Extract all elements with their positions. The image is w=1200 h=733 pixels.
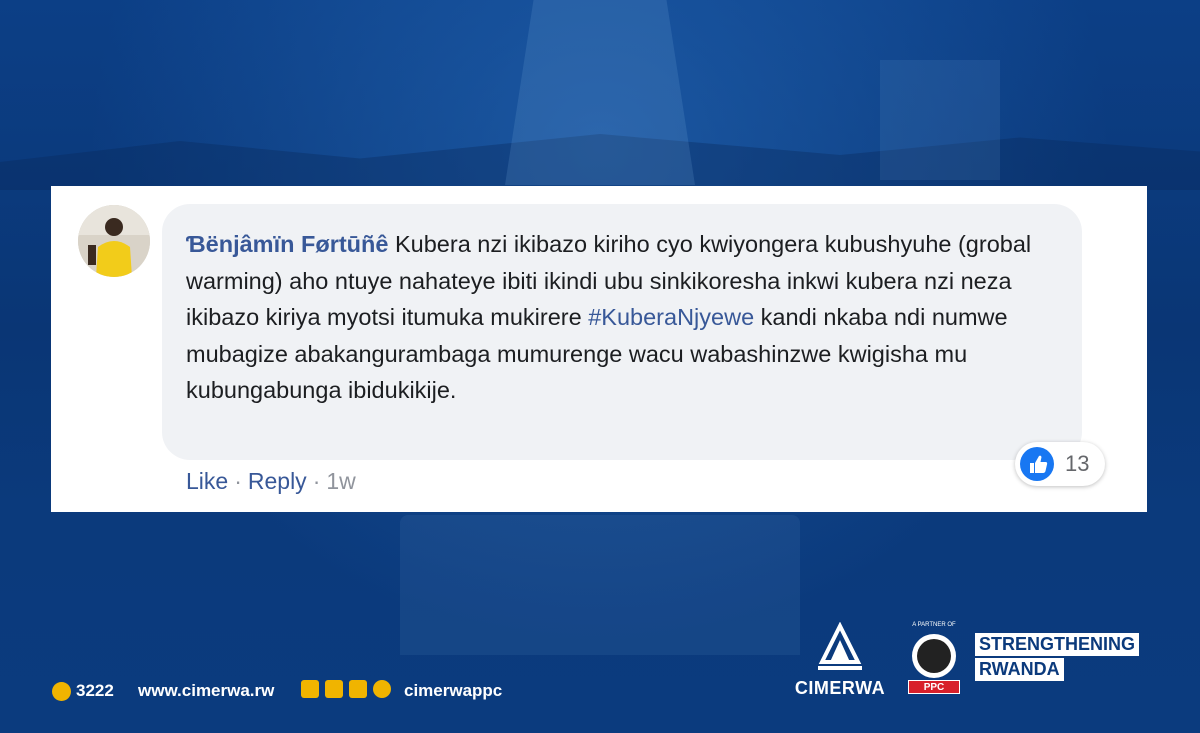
comment-card: Ɓënjâmïn Førtūñê Kubera nzi ikibazo kiri… [51,186,1147,512]
logo-name: CIMERWA [794,678,886,698]
cimerwa-logo: CIMERWA [790,621,890,698]
facebook-icon[interactable] [325,680,343,698]
comment-timestamp[interactable]: 1w [326,468,355,494]
background-building [880,60,1000,180]
tagline-line-1: STRENGTHENING [975,633,1140,656]
tagline: STRENGTHENING RWANDA [975,633,1140,683]
like-icon [1020,447,1054,481]
social-icons [301,680,391,698]
comment-bubble: Ɓënjâmïn Førtūñê Kubera nzi ikibazo kiri… [162,204,1082,460]
social-handle: cimerwappc [404,681,503,700]
background-silo [400,515,800,655]
reaction-count: 13 [1065,451,1090,476]
reply-button[interactable]: Reply [248,468,307,494]
phone-icon [52,682,71,701]
comment-actions: Like · Reply · 1w [186,468,356,495]
partner-label: A PARTNER OF [912,622,956,628]
twitter-icon[interactable] [301,680,319,698]
cimerwa-logo-mark [818,621,862,670]
partner-seal [912,634,956,678]
instagram-icon[interactable] [373,680,391,698]
comment-body: Ɓënjâmïn Førtūñê Kubera nzi ikibazo kiri… [186,226,1066,409]
reaction-badge[interactable]: 13 [1015,442,1105,486]
linkedin-icon[interactable] [349,680,367,698]
comment-author[interactable]: Ɓënjâmïn Førtūñê [186,231,388,257]
phone-number: 3222 [76,681,114,700]
tagline-line-2: RWANDA [975,658,1064,681]
avatar-photo [78,205,150,277]
separator: · [312,468,321,494]
like-button[interactable]: Like [186,468,228,494]
website-link[interactable]: www.cimerwa.rw [138,681,274,701]
ppc-partner-logo: A PARTNER OF PPC [908,622,960,696]
separator: · [234,468,242,494]
ppc-label: PPC [908,680,960,694]
avatar[interactable] [78,205,150,277]
hashtag-link[interactable]: #KuberaNjyewe [588,304,754,330]
background-tower [505,0,695,185]
